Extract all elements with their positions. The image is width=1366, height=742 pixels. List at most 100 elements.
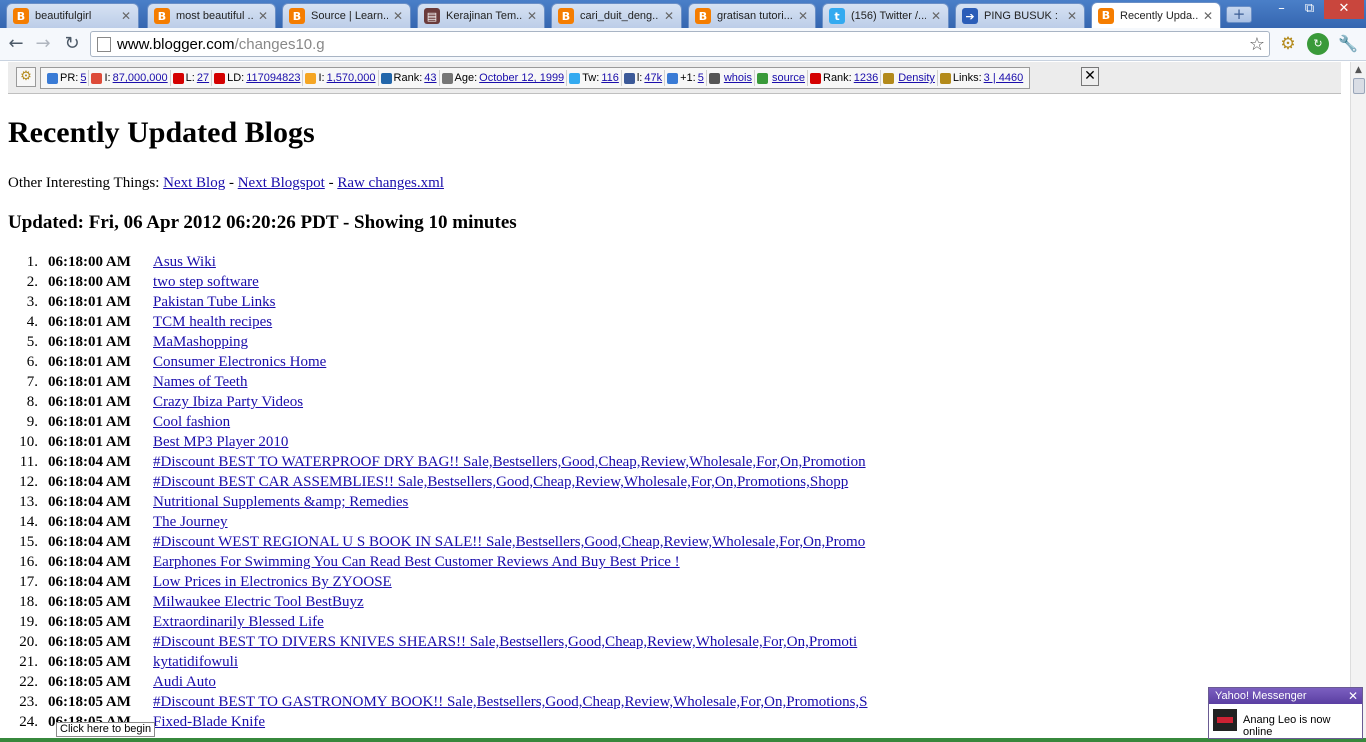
bookmark-star-icon[interactable]: ☆ [1249, 34, 1265, 55]
blogger-icon: B [1098, 7, 1114, 24]
blog-link[interactable]: Crazy Ibiza Party Videos [153, 394, 303, 411]
restore-button[interactable]: ⧉ [1296, 0, 1323, 19]
blog-link[interactable]: Nutritional Supplements &amp; Remedies [153, 494, 408, 511]
yahoo-ld-icon [214, 72, 226, 84]
seo-metric-value-link[interactable]: 5 [698, 72, 704, 84]
blog-link[interactable]: Earphones For Swimming You Can Read Best… [153, 554, 680, 571]
blog-link[interactable]: MaMashopping [153, 334, 248, 351]
seo-metric: I: 1,570,000 [303, 70, 379, 86]
blog-link[interactable]: #Discount BEST TO WATERPROOF DRY BAG!! S… [153, 454, 866, 471]
next-blog-link[interactable]: Next Blog [163, 175, 225, 191]
browser-tab[interactable]: ▤ Kerajinan Tem... ✕ [417, 3, 545, 28]
blog-link[interactable]: Low Prices in Electronics By ZYOOSE [153, 574, 392, 591]
seo-metric: PR: 5 [45, 70, 90, 86]
reload-button[interactable]: ↻ [60, 32, 84, 56]
seo-metrics: PR: 5 I: 87,000,000 L: 27 LD: 117094823 I: 1,570,… [40, 67, 1031, 89]
blog-link[interactable]: Audi Auto [153, 674, 216, 691]
seo-extension-gear-icon[interactable]: ⚙ [1277, 33, 1299, 55]
blog-link[interactable]: Cool fashion [153, 414, 230, 431]
browser-tab[interactable]: B Source | Learn... ✕ [282, 3, 411, 28]
blog-link[interactable]: TCM health recipes [153, 314, 272, 331]
seo-metric-value-link[interactable]: 27 [197, 72, 209, 84]
compete-icon [810, 72, 821, 84]
blog-link[interactable]: two step software [153, 274, 259, 291]
blog-link[interactable]: The Journey [153, 514, 228, 531]
address-bar[interactable]: www.blogger.com/changes10.g ☆ [90, 31, 1270, 57]
scroll-thumb[interactable] [1353, 78, 1365, 94]
blog-link[interactable]: #Discount BEST CAR ASSEMBLIES!! Sale,Bes… [153, 474, 848, 491]
forward-button[interactable]: → [31, 32, 55, 56]
minimize-button[interactable]: – [1268, 0, 1295, 19]
blog-link[interactable]: Fixed-Blade Knife [153, 714, 265, 731]
browser-tab[interactable]: Bmost beautiful ... ✕ [147, 3, 276, 28]
blog-link[interactable]: Extraordinarily Blessed Life [153, 614, 324, 631]
seo-close-button[interactable]: ✕ [1081, 67, 1099, 86]
browser-tab[interactable]: Bgratisan tutori... ✕ [688, 3, 816, 28]
blog-link[interactable]: #Discount BEST TO GASTRONOMY BOOK!! Sale… [153, 694, 868, 711]
window-close-button[interactable]: ✕ [1324, 0, 1364, 19]
list-item-number: 1. [26, 254, 38, 270]
alexa-icon [380, 72, 392, 84]
browser-tab[interactable]: t (156) Twitter /... ✕ [822, 3, 949, 28]
vertical-scrollbar[interactable]: ▲ [1350, 62, 1366, 742]
list-item-time: 06:18:05 AM [48, 614, 131, 630]
blog-link[interactable]: Names of Teeth [153, 374, 247, 391]
tab-close-icon[interactable]: ✕ [930, 9, 942, 23]
browser-tab[interactable]: Bbeautifulgirl ✕ [6, 3, 139, 28]
list-item-number: 10. [19, 434, 38, 450]
browser-tab[interactable]: B Recently Upda... ✕ [1091, 2, 1221, 28]
raw-changes-xml-link[interactable]: Raw changes.xml [337, 175, 444, 191]
scroll-up-arrow-icon[interactable]: ▲ [1352, 63, 1365, 77]
messenger-close-icon[interactable]: ✕ [1348, 688, 1358, 704]
blog-link[interactable]: Asus Wiki [153, 254, 216, 271]
seo-metric: Tw: 116 [567, 70, 622, 86]
blog-link[interactable]: Pakistan Tube Links [153, 294, 276, 311]
browser-tab[interactable]: ➔ PING BUSUK : ... ✕ [955, 3, 1085, 28]
seo-metric-value-link[interactable]: 47k [644, 72, 662, 84]
seo-metric-value-link[interactable]: source [772, 72, 805, 84]
address-url[interactable]: www.blogger.com/changes10.g [117, 36, 325, 53]
arrow-icon: ➔ [962, 8, 978, 24]
wrench-icon[interactable]: 🔧 [1337, 33, 1359, 55]
seo-metric-value-link[interactable]: 1236 [854, 72, 878, 84]
browser-tab[interactable]: Bcari_duit_deng... ✕ [551, 3, 682, 28]
list-item-time: 06:18:01 AM [48, 334, 131, 350]
blog-link[interactable]: Best MP3 Player 2010 [153, 434, 288, 451]
seo-metric-value-link[interactable]: Density [898, 72, 935, 84]
back-button[interactable]: ← [4, 32, 28, 56]
seo-metric-value-link[interactable]: 3 | 4460 [984, 72, 1024, 84]
list-item-number: 19. [19, 614, 38, 630]
tab-close-icon[interactable]: ✕ [120, 9, 132, 23]
tab-close-icon[interactable]: ✕ [1066, 9, 1078, 23]
tab-close-icon[interactable]: ✕ [257, 9, 269, 23]
seo-metric-value-link[interactable]: October 12, 1999 [479, 72, 564, 84]
next-blogspot-link[interactable]: Next Blogspot [238, 175, 325, 191]
seo-metric-value-link[interactable]: 5 [80, 72, 86, 84]
seo-metric-value-link[interactable]: whois [724, 72, 752, 84]
blog-link[interactable]: #Discount BEST TO DIVERS KNIVES SHEARS!!… [153, 634, 857, 651]
tab-title: Kerajinan Tem... [446, 10, 522, 22]
list-item-time: 06:18:04 AM [48, 574, 131, 590]
new-tab-button[interactable]: + [1226, 6, 1252, 23]
list-item-time: 06:18:01 AM [48, 294, 131, 310]
blog-link[interactable]: Consumer Electronics Home [153, 354, 326, 371]
tab-close-icon[interactable]: ✕ [392, 9, 404, 23]
tab-close-icon[interactable]: ✕ [526, 9, 538, 23]
extension-green-icon[interactable]: ↻ [1307, 33, 1329, 55]
tab-close-icon[interactable]: ✕ [663, 9, 675, 23]
seo-metric-value-link[interactable]: 1,570,000 [327, 72, 376, 84]
seo-metric-value-link[interactable]: 117094823 [246, 72, 300, 84]
seo-metric-value-link[interactable]: 116 [601, 72, 619, 84]
yahoo-messenger-popup[interactable]: Yahoo! Messenger ✕ Anang Leo is now onli… [1208, 687, 1363, 739]
seo-settings-gear-icon[interactable]: ⚙ [16, 67, 36, 87]
blog-link[interactable]: #Discount WEST REGIONAL U S BOOK IN SALE… [153, 534, 865, 551]
tab-close-icon[interactable]: ✕ [1202, 9, 1214, 23]
blog-link[interactable]: kytatidifowuli [153, 654, 238, 671]
list-item-time: 06:18:05 AM [48, 654, 131, 670]
list-item-time: 06:18:05 AM [48, 634, 131, 650]
tab-title: cari_duit_deng... [580, 10, 659, 22]
seo-metric-value-link[interactable]: 87,000,000 [113, 72, 168, 84]
seo-metric-value-link[interactable]: 43 [424, 72, 436, 84]
blog-link[interactable]: Milwaukee Electric Tool BestBuyz [153, 594, 364, 611]
tab-close-icon[interactable]: ✕ [797, 9, 809, 23]
